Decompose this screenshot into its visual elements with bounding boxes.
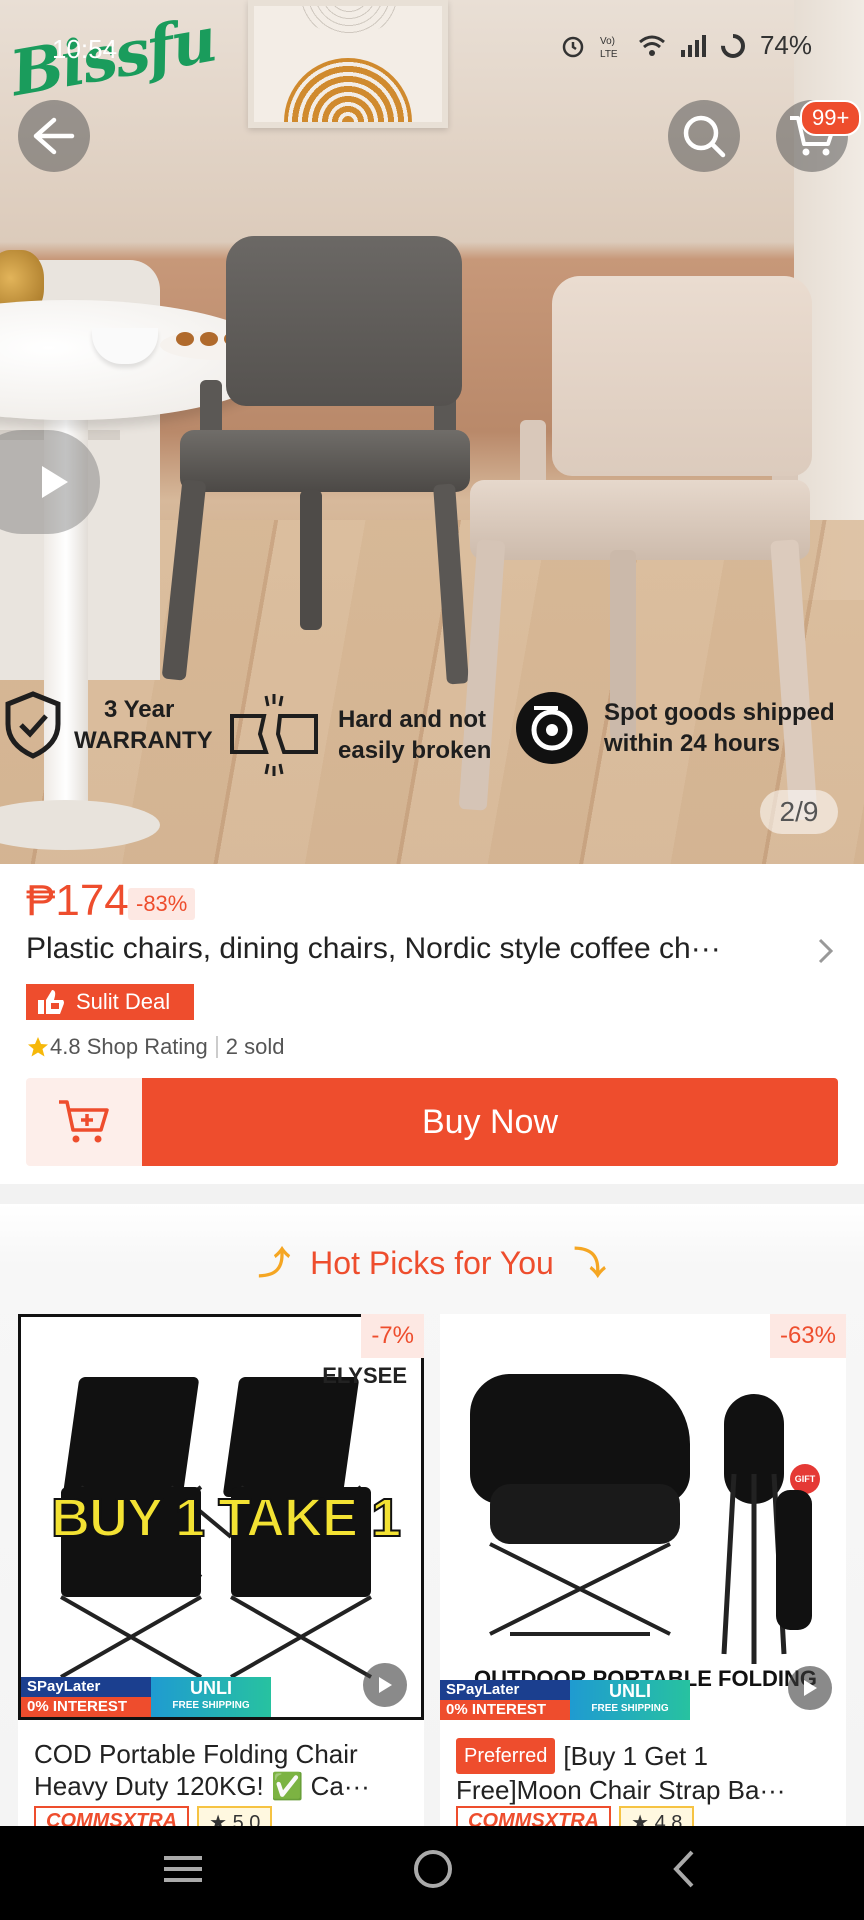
feature-shipping-line2: within 24 hours (604, 730, 781, 757)
card-discount-badge: -7% (361, 1314, 424, 1358)
hot-picks-heading: ⤴ Hot Picks for You ⤵ (0, 1238, 864, 1284)
cart-count-badge: 99+ (800, 100, 862, 136)
swirl-left-icon: ⤴ (258, 1245, 291, 1281)
shop-rating: 4.8 Shop Rating (50, 1034, 208, 1059)
back-button[interactable] (18, 100, 90, 172)
free-shipping-label: FREE SHIPPING (172, 1700, 250, 1711)
star-icon (28, 1037, 48, 1057)
status-bar: 10:54 Vo) LTE 74% (0, 0, 864, 100)
feature-warranty-line2: WARRANTY (74, 727, 213, 754)
signal-icon (680, 34, 706, 57)
status-time: 10:54 (52, 34, 118, 64)
system-navigation-bar (0, 1826, 864, 1920)
interest-label: 0% INTEREST (27, 1698, 128, 1715)
unli-shipping-tag: UNLI FREE SHIPPING (570, 1680, 690, 1720)
product-card-image: ELYSEE BUY 1 TAKE 1 SPayLater 0% INTEREST… (18, 1314, 424, 1720)
spaylater-tag: SPayLater 0% INTEREST (21, 1677, 151, 1717)
card-title-line2: Heavy Duty 120KG! ✅ Ca··· (34, 1771, 370, 1801)
swirl-right-icon: ⤵ (573, 1245, 606, 1281)
spaylater-label: SPayLater (446, 1681, 520, 1698)
play-icon (42, 466, 68, 498)
interest-label: 0% INTEREST (446, 1701, 547, 1718)
feature-shipping-line1: Spot goods shipped (604, 699, 835, 726)
home-circle-icon[interactable] (412, 1848, 454, 1890)
spaylater-tag: SPayLater 0% INTEREST (440, 1680, 570, 1720)
play-icon (379, 1677, 392, 1693)
buy-now-button[interactable]: Buy Now (142, 1078, 838, 1166)
product-card-image: GIFT OUTDOOR PORTABLE FOLDING CHAIR SPay… (440, 1314, 846, 1720)
svg-text:Vo): Vo) (600, 36, 615, 47)
card-title: Preferred [Buy 1 Get 1 Free]Moon Chair St… (456, 1738, 832, 1806)
svg-text:LTE: LTE (600, 49, 618, 59)
sulit-deal-label: Sulit Deal (76, 989, 171, 1014)
feature-warranty-line1: 3 Year (104, 696, 175, 723)
arrow-left-icon (33, 117, 75, 155)
hot-picks-section: ⤴ Hot Picks for You ⤵ ELYSEE BUY 1 TAKE … (0, 1204, 864, 1830)
product-price: ₱174 (26, 876, 129, 925)
image-counter: 2/9 (760, 790, 838, 834)
unli-shipping-tag: UNLI FREE SHIPPING (151, 1677, 271, 1717)
volte-icon: Vo) LTE (600, 36, 618, 59)
alarm-icon (562, 36, 584, 57)
chevron-right-icon[interactable] (816, 936, 836, 966)
card-title-line1-text: [Buy 1 Get 1 (563, 1741, 708, 1771)
product-title[interactable]: Plastic chairs, dining chairs, Nordic st… (26, 932, 806, 966)
wifi-icon (638, 35, 665, 56)
video-play-button[interactable] (0, 430, 100, 534)
preferred-badge: Preferred (456, 1738, 556, 1774)
video-play-button[interactable] (788, 1666, 832, 1710)
product-info-section: ₱174 -83% Plastic chairs, dining chairs,… (0, 864, 864, 1184)
feature-warranty: 3 Year WARRANTY (2, 690, 213, 760)
feature-badges: 3 Year WARRANTY Hard and not easily broken… (0, 690, 864, 790)
play-icon (804, 1680, 817, 1696)
feature-durable-line2: easily broken (338, 737, 492, 764)
add-to-cart-icon (59, 1100, 109, 1143)
battery-level: 74% (759, 30, 812, 60)
battery-ring-icon (720, 33, 745, 58)
status-icons: Vo) LTE 74% (560, 30, 812, 61)
carry-bag-graphic (776, 1490, 812, 1630)
promo-strip: SPayLater 0% INTEREST UNLI FREE SHIPPING (440, 1680, 846, 1720)
product-card[interactable]: GIFT OUTDOOR PORTABLE FOLDING CHAIR SPay… (440, 1314, 846, 1830)
free-shipping-label: FREE SHIPPING (591, 1703, 669, 1714)
sold-count: 2 sold (225, 1034, 285, 1059)
divider (215, 1036, 218, 1058)
back-chevron-icon[interactable] (664, 1848, 706, 1890)
video-play-button[interactable] (363, 1663, 407, 1707)
product-card[interactable]: ELYSEE BUY 1 TAKE 1 SPayLater 0% INTEREST… (18, 1314, 424, 1830)
feature-durable: Hard and not easily broken (228, 690, 491, 780)
product-page: 3 Year WARRANTY Hard and not easily broken… (0, 0, 864, 1920)
broken-board-icon (230, 694, 318, 776)
search-icon (683, 115, 726, 158)
shop-rating-row: 4.8 Shop Rating 2 sold (26, 1034, 285, 1060)
thumbs-up-icon (38, 990, 64, 1014)
menu-icon[interactable] (162, 1848, 204, 1890)
discount-badge: -83% (128, 888, 196, 920)
add-to-cart-button[interactable] (26, 1078, 142, 1166)
shield-check-icon (5, 691, 61, 759)
shipping-disc-icon (516, 692, 588, 764)
search-button[interactable] (668, 100, 740, 172)
card-title: COD Portable Folding Chair Heavy Duty 12… (34, 1738, 410, 1802)
card-title-line1: Preferred [Buy 1 Get 1 (456, 1738, 832, 1774)
feature-durable-line1: Hard and not (338, 706, 486, 733)
card-discount-badge: -63% (769, 1314, 846, 1358)
hot-picks-title: Hot Picks for You (310, 1245, 554, 1281)
spaylater-label: SPayLater (27, 1678, 101, 1695)
card-title-line2: Free]Moon Chair Strap Ba··· (456, 1775, 786, 1805)
feature-shipping: Spot goods shipped within 24 hours (514, 690, 835, 766)
unli-label: UNLI (190, 1678, 232, 1698)
unli-label: UNLI (609, 1681, 651, 1701)
promo-strip: SPayLater 0% INTEREST UNLI FREE SHIPPING (21, 1677, 421, 1717)
sulit-deal-badge: Sulit Deal (26, 984, 194, 1020)
buy1-take1-text: BUY 1 TAKE 1 (50, 1487, 402, 1549)
card-title-line1: COD Portable Folding Chair (34, 1739, 358, 1769)
elysee-logo: ELYSEE (322, 1363, 407, 1388)
